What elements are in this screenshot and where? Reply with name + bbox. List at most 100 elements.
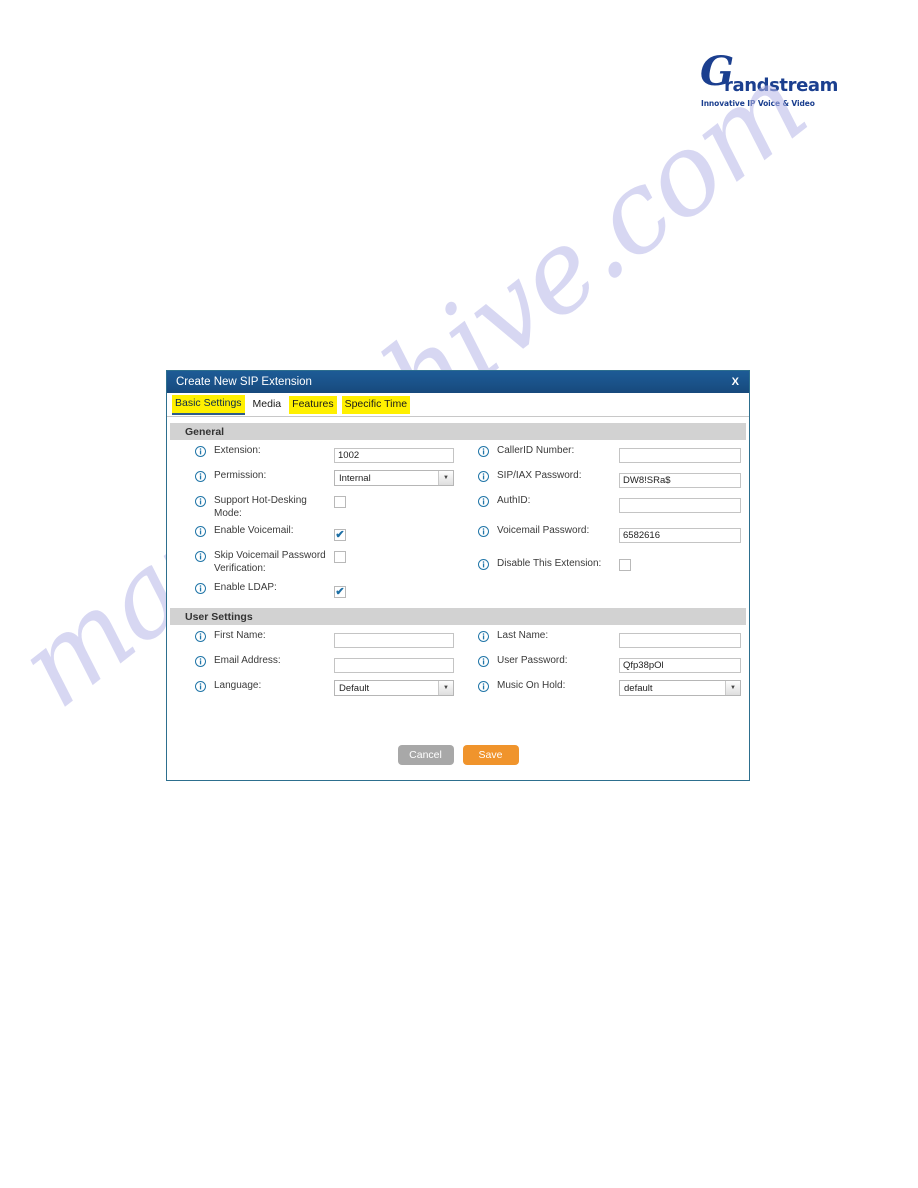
field-control (619, 525, 745, 543)
dialog-body: General Extension: CallerID Number: (167, 423, 749, 780)
info-icon (478, 656, 489, 667)
tab-basic-settings[interactable]: Basic Settings (172, 394, 245, 415)
field-label: CallerID Number: (497, 445, 575, 456)
field-user-password: User Password: (458, 650, 745, 673)
field-control: ✔ (334, 495, 458, 513)
user-settings-fields: First Name: Last Name: Email Address: Us… (167, 625, 749, 700)
field-enable-voicemail: Enable Voicemail: ✔ (171, 520, 458, 543)
skip-voicemail-verification-checkbox[interactable]: ✔ (334, 551, 346, 563)
logo-wordmark: randstream (724, 75, 839, 96)
info-icon (195, 446, 206, 457)
user-password-input[interactable] (619, 658, 741, 673)
info-icon (195, 526, 206, 537)
dialog-title-bar: Create New SIP Extension X (167, 371, 749, 393)
music-on-hold-select[interactable]: default ▼ (619, 680, 741, 696)
field-label: Permission: (214, 470, 267, 481)
music-on-hold-selected-value: default (624, 682, 653, 694)
language-select[interactable]: Default ▼ (334, 680, 454, 696)
field-voicemail-password: Voicemail Password: (458, 520, 745, 543)
tab-specific-time[interactable]: Specific Time (341, 395, 411, 414)
form-row: Language: Default ▼ Music On Hold: defau… (171, 675, 745, 700)
permission-selected-value: Internal (339, 472, 371, 484)
auth-id-input[interactable] (619, 498, 741, 513)
field-control: ✔ (334, 525, 458, 543)
email-address-input[interactable] (334, 658, 454, 673)
field-label: AuthID: (497, 495, 531, 506)
info-icon (195, 631, 206, 642)
info-icon (478, 446, 489, 457)
tab-media[interactable]: Media (250, 396, 285, 414)
general-fields: Extension: CallerID Number: Pe (167, 440, 749, 602)
field-extension: Extension: (171, 440, 458, 463)
callerid-number-input[interactable] (619, 448, 741, 463)
field-control (619, 655, 745, 673)
field-label: Disable This Extension: (497, 558, 602, 569)
info-icon (195, 656, 206, 667)
info-icon (195, 496, 206, 507)
permission-select[interactable]: Internal ▼ (334, 470, 454, 486)
close-icon[interactable]: X (730, 376, 741, 388)
field-label: First Name: (214, 630, 266, 641)
field-auth-id: AuthID: (458, 490, 745, 513)
form-row: Enable LDAP: ✔ (171, 577, 745, 602)
field-label: Support Hot-Desking Mode: (214, 495, 307, 519)
field-control (619, 470, 745, 488)
form-row: Skip Voicemail Password Verification: ✔ … (171, 545, 745, 577)
form-row: Email Address: User Password: (171, 650, 745, 675)
info-icon (195, 583, 206, 594)
voicemail-password-input[interactable] (619, 528, 741, 543)
dialog-tabs: Basic Settings Media Features Specific T… (167, 393, 749, 417)
form-row: Extension: CallerID Number: (171, 440, 745, 465)
form-row: Permission: Internal ▼ SIP/IAX Password: (171, 465, 745, 490)
info-icon (195, 681, 206, 692)
enable-ldap-checkbox[interactable]: ✔ (334, 586, 346, 598)
field-control: Internal ▼ (334, 470, 458, 486)
field-control (334, 655, 458, 673)
field-spacer (458, 577, 745, 582)
chevron-down-icon: ▼ (438, 681, 453, 695)
form-row: Support Hot-Desking Mode: ✔ AuthID: (171, 490, 745, 520)
field-email-address: Email Address: (171, 650, 458, 673)
field-control: ✔ (619, 558, 745, 576)
info-icon (195, 471, 206, 482)
cancel-button[interactable]: Cancel (397, 745, 454, 765)
field-first-name: First Name: (171, 625, 458, 648)
field-control: ✔ (334, 550, 458, 568)
field-language: Language: Default ▼ (171, 675, 458, 696)
field-label: Language: (214, 680, 262, 691)
field-enable-ldap: Enable LDAP: ✔ (171, 577, 458, 600)
save-button[interactable]: Save (462, 745, 519, 765)
form-row: Enable Voicemail: ✔ Voicemail Password: (171, 520, 745, 545)
field-label: SIP/IAX Password: (497, 470, 582, 481)
field-control: default ▼ (619, 680, 745, 696)
language-selected-value: Default (339, 682, 370, 694)
field-label: Email Address: (214, 655, 281, 666)
extension-input[interactable] (334, 448, 454, 463)
check-icon: ✔ (335, 586, 345, 598)
field-callerid-number: CallerID Number: (458, 440, 745, 463)
field-label: Skip Voicemail Password Verification: (214, 550, 326, 574)
dialog-footer: Cancel Save (167, 700, 749, 780)
field-label: Voicemail Password: (497, 525, 590, 536)
support-hot-desking-checkbox[interactable]: ✔ (334, 496, 346, 508)
field-support-hot-desking: Support Hot-Desking Mode: ✔ (171, 490, 458, 520)
info-icon (478, 526, 489, 537)
field-control (334, 630, 458, 648)
field-label: Extension: (214, 445, 261, 456)
field-label: User Password: (497, 655, 568, 666)
field-label: Last Name: (497, 630, 549, 641)
field-control: Default ▼ (334, 680, 458, 696)
enable-voicemail-checkbox[interactable]: ✔ (334, 529, 346, 541)
sip-iax-password-input[interactable] (619, 473, 741, 488)
disable-this-extension-checkbox[interactable]: ✔ (619, 559, 631, 571)
field-control: ✔ (334, 582, 458, 600)
last-name-input[interactable] (619, 633, 741, 648)
field-label: Music On Hold: (497, 680, 566, 691)
grandstream-logo: G randstream Innovative IP Voice & Video (698, 52, 838, 122)
first-name-input[interactable] (334, 633, 454, 648)
field-skip-voicemail-verification: Skip Voicemail Password Verification: ✔ (171, 545, 458, 575)
tab-features[interactable]: Features (289, 395, 337, 414)
info-icon (478, 631, 489, 642)
chevron-down-icon: ▼ (725, 681, 740, 695)
field-label: Enable LDAP: (214, 582, 277, 593)
